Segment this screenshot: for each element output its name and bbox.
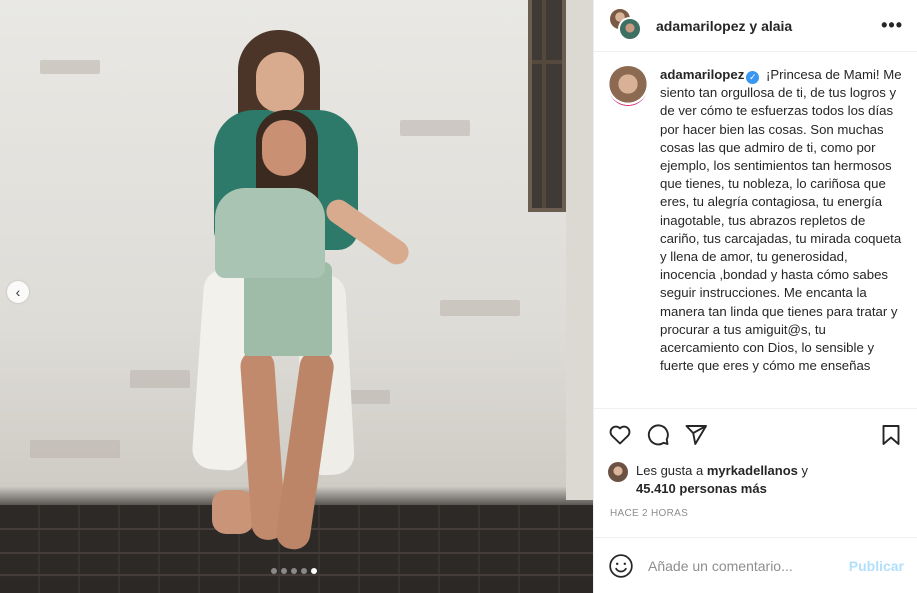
header-coauthor[interactable]: alaia (761, 18, 792, 34)
avatar[interactable] (608, 66, 648, 106)
likes-summary: Les gusta a myrkadellanos y 45.410 perso… (594, 460, 917, 500)
bookmark-icon[interactable] (879, 423, 903, 447)
carousel-dot-active (311, 568, 317, 574)
post-photo[interactable]: ‹ (0, 0, 593, 593)
heart-icon[interactable] (608, 423, 632, 447)
carousel-dot (281, 568, 287, 574)
header-usernames: adamarilopez y alaia (656, 18, 881, 34)
comment-icon[interactable] (646, 423, 670, 447)
more-horizontal-icon[interactable]: ••• (881, 15, 903, 36)
post-side-panel: adamarilopez y alaia ••• adamarilopez ✓ ¡… (593, 0, 917, 593)
carousel-dot (301, 568, 307, 574)
floor-line (0, 552, 593, 554)
header-username[interactable]: adamarilopez (656, 18, 745, 34)
wall-brick (440, 300, 520, 316)
liker-username[interactable]: myrkadellanos (707, 463, 798, 478)
wall-brick (40, 60, 100, 74)
likes-conj: y (801, 463, 809, 478)
wall-brick (130, 370, 190, 388)
emoji-icon[interactable] (608, 553, 634, 579)
girl-top (215, 188, 325, 278)
window (528, 0, 566, 212)
wall-edge (566, 0, 593, 500)
avatar[interactable] (608, 462, 628, 482)
mother-feet (212, 490, 254, 534)
chevron-left-icon[interactable]: ‹ (7, 281, 29, 303)
caption-username[interactable]: adamarilopez (660, 67, 744, 82)
action-bar (594, 408, 917, 460)
publish-button[interactable]: Publicar (849, 558, 904, 574)
likes-count[interactable]: 45.410 personas más (636, 481, 767, 496)
comment-input[interactable] (648, 557, 849, 574)
header-separator: y (749, 17, 758, 34)
likes-text[interactable]: Les gusta a myrkadellanos y 45.410 perso… (636, 462, 808, 498)
floor-line (0, 574, 593, 576)
carousel-dot (291, 568, 297, 574)
avatar[interactable] (618, 16, 642, 41)
carousel-dots (271, 568, 317, 574)
carousel-dot (271, 568, 277, 574)
caption-area[interactable]: adamarilopez ✓ ¡Princesa de Mami! Me sien… (594, 52, 917, 408)
caption: adamarilopez ✓ ¡Princesa de Mami! Me sien… (660, 66, 903, 408)
post-header: adamarilopez y alaia ••• (594, 0, 917, 52)
share-icon[interactable] (684, 423, 708, 447)
verified-badge-icon: ✓ (746, 71, 760, 84)
caption-text: ¡Princesa de Mami! Me siento tan orgullo… (660, 67, 902, 374)
coauthor-avatars[interactable] (608, 6, 644, 45)
comment-bar: Publicar (594, 537, 917, 593)
instagram-post: ‹ adamarilopez y alaia ••• adamarilopez … (0, 0, 917, 593)
girl-face (262, 120, 306, 176)
mother-face (256, 52, 304, 112)
wall-brick (30, 440, 120, 458)
likes-prefix: Les gusta a (636, 463, 704, 478)
post-timestamp[interactable]: HACE 2 HORAS (594, 500, 917, 534)
wall-brick (400, 120, 470, 136)
